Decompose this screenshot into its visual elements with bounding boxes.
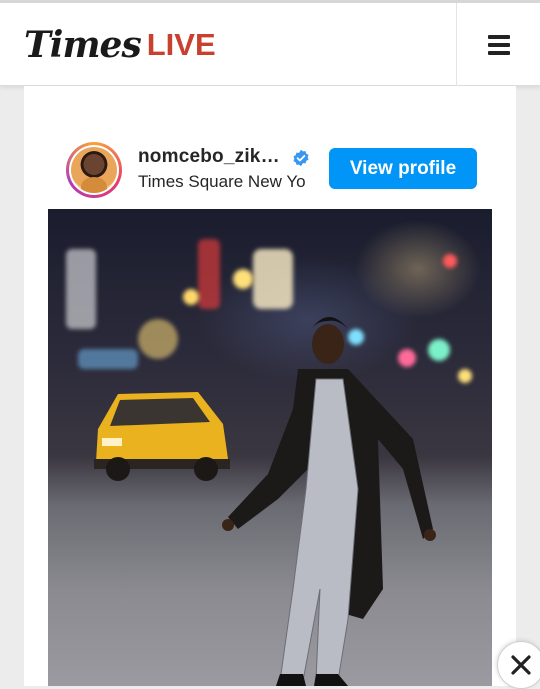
bokeh-light <box>138 319 178 359</box>
bokeh-light <box>443 254 457 268</box>
location-link[interactable]: Times Square New Yo <box>138 172 314 192</box>
bokeh-light <box>78 349 138 369</box>
times-live-logo[interactable]: Times LIVE <box>24 24 216 66</box>
verified-badge-icon <box>293 149 309 167</box>
logo-live-text: LIVE <box>146 27 216 62</box>
menu-button[interactable] <box>456 3 540 86</box>
bokeh-light <box>233 269 253 289</box>
avatar[interactable] <box>66 142 122 198</box>
instagram-embed-card: nomcebo_zik… Times Square New Yo View pr… <box>24 86 516 686</box>
bokeh-light <box>458 369 472 383</box>
bokeh-light <box>183 289 199 305</box>
site-header: Times LIVE <box>0 3 540 86</box>
hamburger-menu-icon <box>487 34 510 55</box>
close-ad-button[interactable] <box>497 641 540 689</box>
avatar-photo <box>71 147 117 193</box>
view-profile-button[interactable]: View profile <box>329 148 477 189</box>
logo-times-text: Times <box>24 24 142 66</box>
profile-header: nomcebo_zik… Times Square New Yo View pr… <box>66 142 486 198</box>
close-icon <box>511 655 531 675</box>
post-image[interactable] <box>48 209 492 686</box>
bokeh-light <box>66 249 96 329</box>
woman-figure <box>222 316 436 686</box>
username[interactable]: nomcebo_zik… <box>138 146 280 168</box>
